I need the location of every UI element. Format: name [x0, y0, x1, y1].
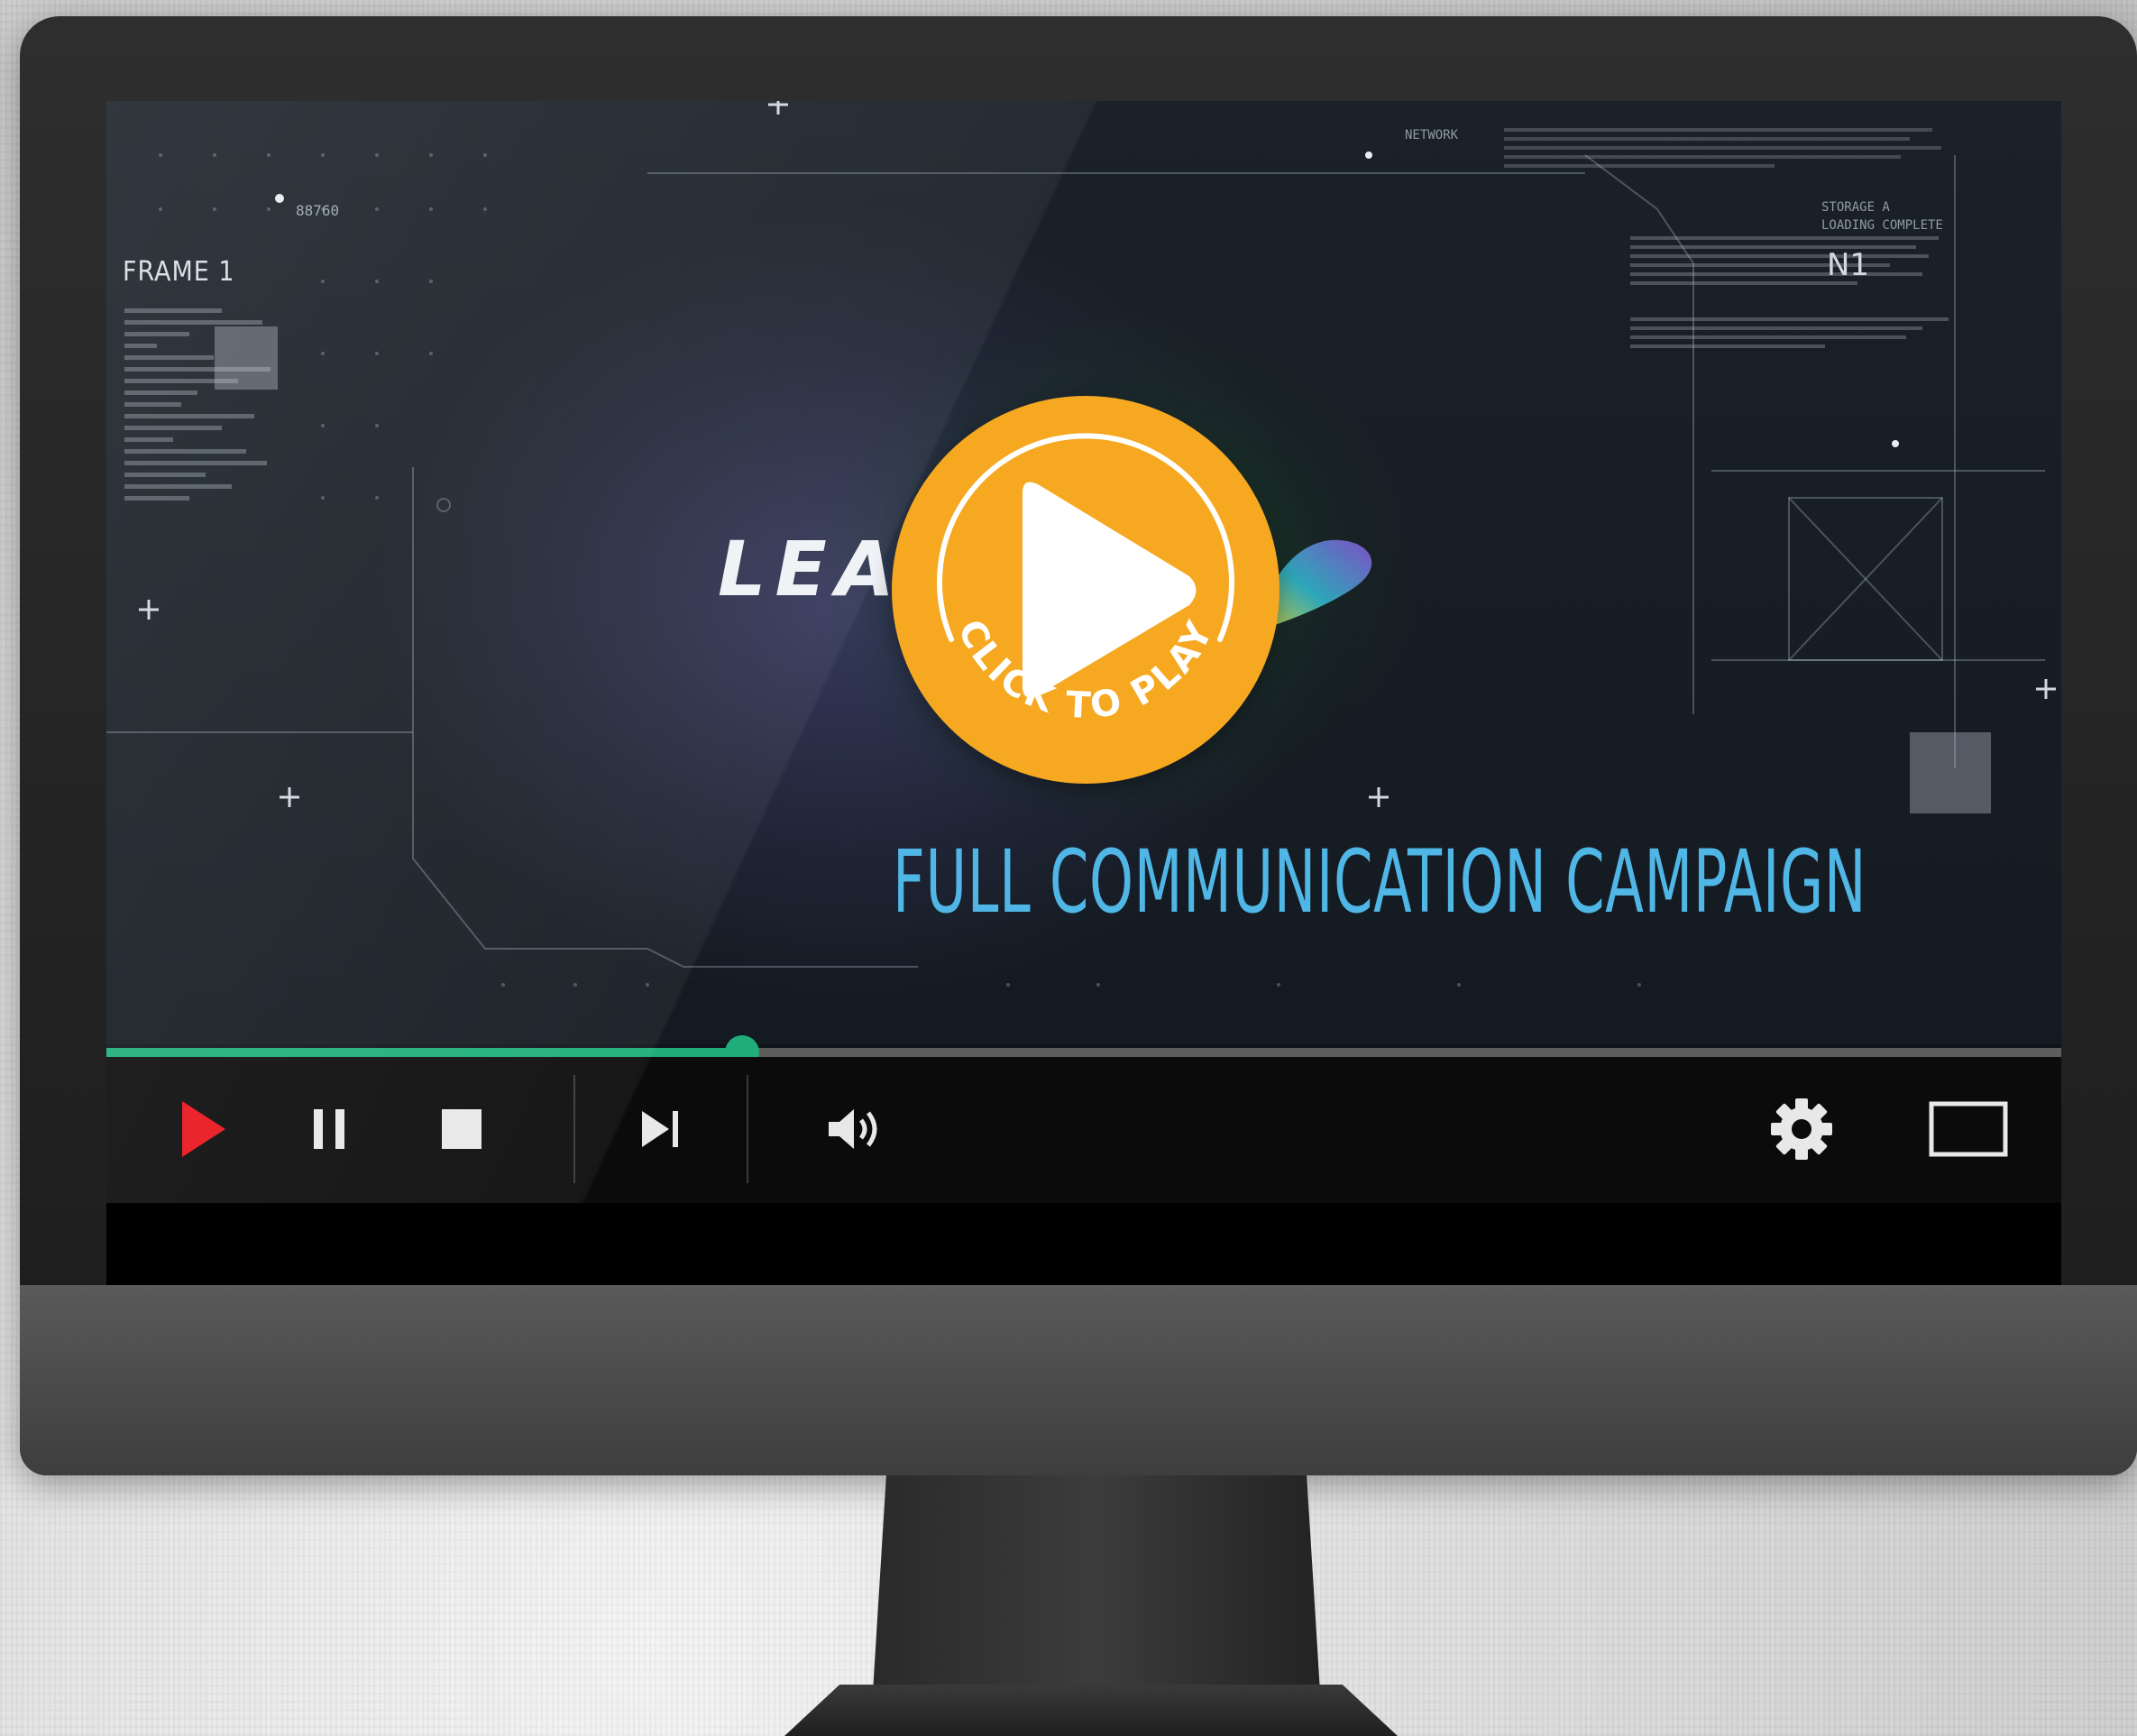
network-label: NETWORK — [1405, 128, 1459, 142]
skip-next-icon — [642, 1111, 678, 1147]
fullscreen-icon — [1929, 1101, 2008, 1157]
storage-label-line-1: STORAGE A — [1821, 200, 1890, 215]
settings-button[interactable] — [1756, 1084, 1847, 1174]
storage-label: STORAGE A LOADING COMPLETE — [1821, 198, 1943, 234]
monitor-chin — [20, 1285, 2137, 1475]
monitor-stand — [873, 1475, 1320, 1692]
hud-code-block-top — [1504, 128, 1955, 173]
progress-bar[interactable] — [106, 1035, 2061, 1070]
storage-label-line-2: LOADING COMPLETE — [1821, 218, 1943, 233]
video-player: FRAME 1 88760 NETWORK STORAGE A LOADING … — [106, 101, 2061, 1203]
logo-text: LEA — [718, 525, 903, 613]
hud-code-block-left — [124, 308, 287, 508]
video-title: FULL COMMUNICATION CAMPAIGN — [893, 831, 1867, 932]
monitor-stand-base — [784, 1685, 1398, 1736]
play-icon — [182, 1101, 225, 1157]
progress-fill — [106, 1048, 742, 1057]
stop-icon — [442, 1109, 482, 1149]
click-to-play-button[interactable]: CLICK TO PLAY — [892, 396, 1279, 784]
volume-button[interactable] — [815, 1084, 896, 1174]
gear-icon — [1771, 1098, 1832, 1160]
click-to-play-graphic: CLICK TO PLAY — [937, 433, 1234, 727]
frame-label: FRAME 1 — [123, 256, 235, 288]
play-button[interactable] — [168, 1084, 240, 1174]
pause-button[interactable] — [294, 1084, 366, 1174]
skip-next-button[interactable] — [624, 1084, 696, 1174]
control-divider — [747, 1075, 748, 1183]
control-bar — [106, 1057, 2061, 1203]
fullscreen-button[interactable] — [1919, 1084, 2018, 1174]
control-divider — [573, 1075, 575, 1183]
monitor-bottom-bezel — [106, 1203, 2061, 1285]
stop-button[interactable] — [426, 1084, 498, 1174]
hud-code-block-right — [1630, 236, 1955, 354]
frame-number: 88760 — [296, 202, 340, 219]
volume-icon — [829, 1109, 877, 1149]
pause-icon — [314, 1109, 344, 1149]
